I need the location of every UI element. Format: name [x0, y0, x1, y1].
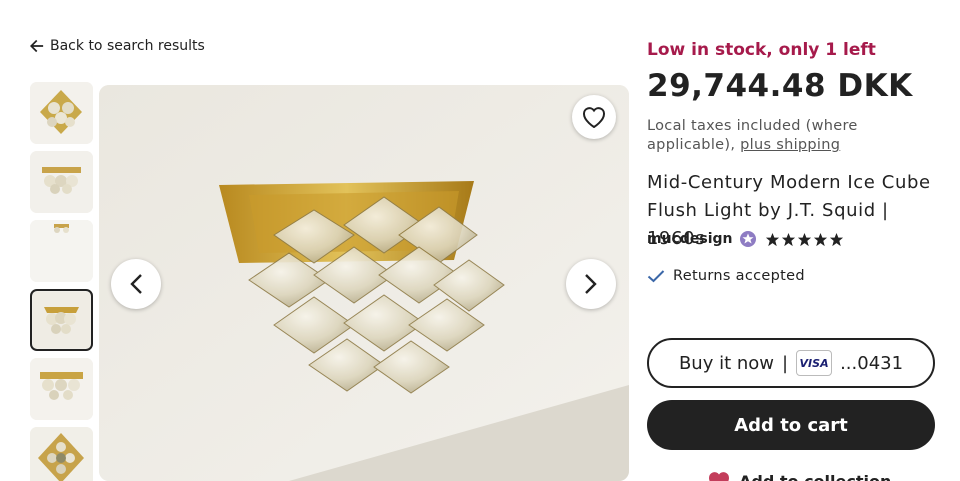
previous-image-button[interactable]: [111, 259, 161, 309]
buy-now-label: Buy it now: [678, 352, 774, 374]
next-image-button[interactable]: [566, 259, 616, 309]
price: 29,744.48 DKK: [647, 68, 913, 104]
star-icon: [797, 232, 811, 246]
back-link-label: Back to search results: [50, 38, 205, 54]
add-to-cart-button[interactable]: Add to cart: [647, 400, 935, 450]
add-to-collection-label: Add to collection: [739, 471, 892, 481]
returns-label: Returns accepted: [673, 268, 805, 284]
chevron-left-icon: [130, 274, 142, 294]
card-last-digits: ...0431: [840, 352, 904, 374]
star-seller-badge-icon: [739, 231, 756, 247]
thumbnail[interactable]: [30, 427, 93, 481]
thumbnail[interactable]: [30, 151, 93, 213]
thumbnail-selected[interactable]: [30, 289, 93, 351]
check-icon: [647, 270, 665, 283]
favorite-button[interactable]: [572, 95, 616, 139]
chevron-right-icon: [585, 274, 597, 294]
heart-filled-icon: [708, 472, 730, 481]
star-rating[interactable]: [765, 232, 844, 247]
thumbnail[interactable]: [30, 358, 93, 420]
arrow-left-icon: [30, 39, 44, 53]
main-product-image[interactable]: [99, 85, 629, 481]
star-icon: [781, 232, 795, 246]
shop-row: mucdesign: [647, 230, 844, 248]
star-icon: [829, 232, 843, 246]
star-icon: [765, 232, 779, 246]
buy-it-now-button[interactable]: Buy it now | VISA ...0431: [647, 338, 935, 388]
visa-card-icon: VISA: [796, 350, 833, 376]
product-photo: [99, 85, 629, 481]
thumbnail-strip: [30, 82, 93, 481]
stock-status: Low in stock, only 1 left: [647, 40, 876, 60]
thumbnail[interactable]: [30, 82, 93, 144]
star-icon: [813, 232, 827, 246]
shop-name-link[interactable]: mucdesign: [647, 231, 733, 247]
tax-info: Local taxes included (where applicable),…: [647, 117, 877, 155]
buy-now-separator: |: [782, 352, 789, 374]
add-to-collection-button[interactable]: Add to collection: [707, 470, 891, 481]
thumbnail[interactable]: [30, 220, 93, 282]
heart-icon: [583, 107, 605, 128]
back-to-search-link[interactable]: Back to search results: [30, 38, 205, 54]
returns-info: Returns accepted: [647, 268, 805, 284]
shipping-link[interactable]: plus shipping: [740, 137, 840, 153]
